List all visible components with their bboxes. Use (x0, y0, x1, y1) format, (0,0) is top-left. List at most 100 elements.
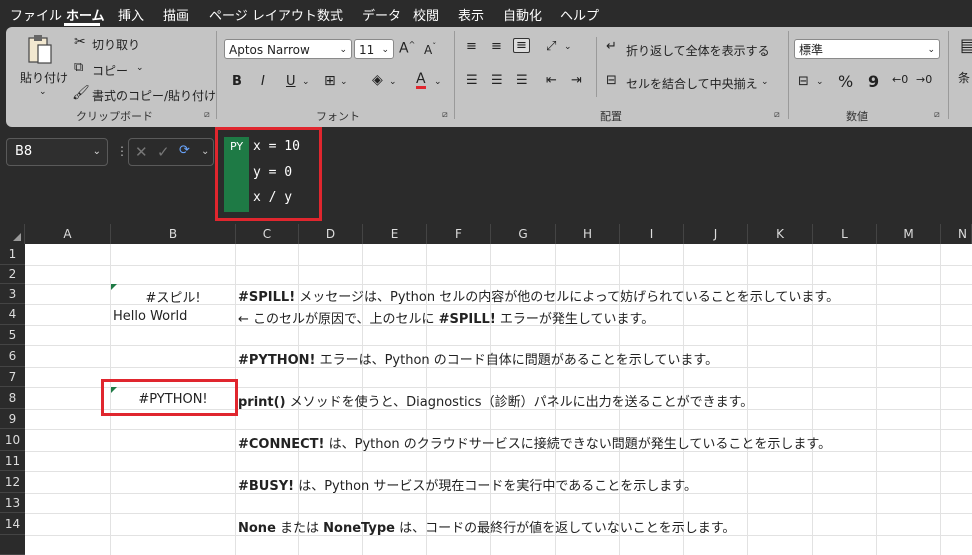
column-header-l[interactable]: L (813, 224, 877, 244)
underline-button[interactable]: U (286, 74, 296, 89)
cell-c14[interactable]: None または NoneType は、コードの最終行が値を返していないことを示… (238, 517, 735, 536)
comma-button[interactable]: 9 (868, 72, 879, 91)
cell-b3[interactable]: #スピル! (111, 287, 235, 306)
copy-dropdown-icon[interactable]: ⌄ (136, 63, 144, 73)
tab-file[interactable]: ファイル (10, 5, 62, 24)
cell-c12[interactable]: #BUSY! は、Python サービスが現在コードを実行中であることを示します… (238, 475, 697, 494)
column-header-j[interactable]: J (684, 224, 748, 244)
cancel-icon[interactable]: ✕ (135, 143, 148, 161)
shrink-font-button[interactable]: Aˇ (424, 42, 436, 57)
cell-c4[interactable]: ← このセルが原因で、上のセルに #SPILL! エラーが発生しています。 (238, 308, 654, 327)
font-color-dropdown-icon[interactable]: ⌄ (434, 77, 442, 87)
cell-c6[interactable]: #PYTHON! エラーは、Python のコード自体に問題があることを示してい… (238, 349, 718, 368)
tab-view[interactable]: 表示 (458, 5, 484, 24)
align-center-icon[interactable]: ☰ (491, 74, 503, 87)
cell-b4[interactable]: Hello World (113, 309, 187, 324)
paste-button[interactable]: 貼り付け (20, 69, 68, 86)
tab-data[interactable]: データ (362, 5, 401, 24)
row-header-6[interactable]: 6 (0, 345, 25, 367)
python-insert-icon[interactable]: ⟳ (179, 143, 190, 158)
orientation-icon[interactable]: ⤢ (546, 40, 556, 53)
row-header-3[interactable]: 3 (0, 284, 25, 304)
decrease-decimal-icon[interactable]: →0 (916, 74, 932, 85)
merge-dropdown-icon[interactable]: ⌄ (761, 77, 769, 87)
row-header-7[interactable]: 7 (0, 367, 25, 387)
paste-dropdown-icon[interactable]: ⌄ (39, 87, 47, 97)
column-header-g[interactable]: G (491, 224, 556, 244)
tab-page-layout[interactable]: ページ レイアウト (209, 5, 317, 24)
tab-review[interactable]: 校閲 (413, 5, 439, 24)
row-header-2[interactable]: 2 (0, 265, 25, 284)
column-header-e[interactable]: E (363, 224, 427, 244)
format-painter-button[interactable]: 書式のコピー/貼り付け (92, 87, 216, 104)
number-launcher-icon[interactable]: ⧄ (934, 110, 940, 120)
merge-center-button[interactable]: セルを結合して中央揃え (626, 75, 758, 92)
drag-handle-icon[interactable]: ⋮ (116, 144, 128, 158)
tab-automate[interactable]: 自動化 (503, 5, 542, 24)
decrease-indent-icon[interactable]: ⇤ (546, 74, 557, 87)
tab-home[interactable]: ホーム (66, 5, 105, 24)
italic-button[interactable]: I (261, 74, 265, 89)
row-header-1[interactable]: 1 (0, 244, 25, 265)
column-header-h[interactable]: H (556, 224, 620, 244)
column-header-d[interactable]: D (299, 224, 363, 244)
align-bottom-icon[interactable]: ≡ (513, 38, 530, 53)
font-name-select[interactable]: Aptos Narrow ⌄ (224, 39, 352, 59)
fill-color-icon[interactable]: ◈ (372, 73, 383, 87)
increase-decimal-icon[interactable]: ←0 (892, 74, 908, 85)
column-header-i[interactable]: I (620, 224, 684, 244)
row-header-4[interactable]: 4 (0, 304, 25, 325)
cell-c10[interactable]: #CONNECT! は、Python のクラウドサービスに接続できない問題が発生… (238, 433, 831, 452)
select-all-button[interactable] (0, 224, 25, 244)
cut-button[interactable]: 切り取り (92, 36, 140, 53)
row-header-15[interactable] (0, 535, 25, 555)
currency-dropdown-icon[interactable]: ⌄ (816, 77, 824, 87)
increase-indent-icon[interactable]: ⇥ (571, 74, 582, 87)
row-header-11[interactable]: 11 (0, 451, 25, 471)
row-header-5[interactable]: 5 (0, 325, 25, 345)
conditional-formatting-button[interactable]: 条 (958, 69, 970, 86)
row-header-12[interactable]: 12 (0, 471, 25, 493)
row-header-14[interactable]: 14 (0, 513, 25, 535)
align-top-icon[interactable]: ≡ (466, 40, 477, 53)
cell-c3[interactable]: #SPILL! メッセージは、Python セルの内容が他のセルによって妨げられ… (238, 286, 839, 305)
column-header-n[interactable]: N (941, 224, 972, 244)
row-header-10[interactable]: 10 (0, 429, 25, 451)
enter-icon[interactable]: ✓ (157, 143, 170, 161)
conditional-formatting-icon[interactable]: ▤ (960, 37, 972, 55)
paste-icon[interactable] (26, 33, 54, 65)
column-header-a[interactable]: A (25, 224, 111, 244)
wrap-text-button[interactable]: 折り返して全体を表示する (626, 42, 770, 59)
column-header-m[interactable]: M (877, 224, 941, 244)
fill-color-dropdown-icon[interactable]: ⌄ (389, 77, 397, 87)
tab-help[interactable]: ヘルプ (560, 5, 599, 24)
worksheet-grid[interactable]: A B C D E F G H I J K L M N 1 2 3 4 5 6 … (0, 224, 972, 555)
tab-formulas[interactable]: 数式 (317, 5, 343, 24)
percent-button[interactable]: % (838, 72, 853, 91)
grow-font-button[interactable]: A^ (399, 40, 415, 57)
font-color-button[interactable]: A (416, 72, 426, 89)
formula-input[interactable]: PY x = 10 y = 0 x / y (215, 127, 322, 221)
orientation-dropdown-icon[interactable]: ⌄ (564, 42, 572, 52)
number-format-select[interactable]: 標準 ⌄ (794, 39, 940, 59)
align-left-icon[interactable]: ☰ (466, 74, 478, 87)
row-header-13[interactable]: 13 (0, 493, 25, 513)
font-launcher-icon[interactable]: ⧄ (442, 110, 448, 120)
tab-draw[interactable]: 描画 (163, 5, 189, 24)
row-header-8[interactable]: 8 (0, 387, 25, 409)
alignment-launcher-icon[interactable]: ⧄ (774, 110, 780, 120)
clipboard-launcher-icon[interactable]: ⧄ (204, 110, 210, 120)
borders-icon[interactable]: ⊞ (324, 74, 336, 88)
column-header-k[interactable]: K (748, 224, 813, 244)
cell-c8[interactable]: print() メソッドを使うと、Diagnostics（診断）パネルに出力を送… (238, 391, 753, 410)
column-header-b[interactable]: B (111, 224, 236, 244)
underline-dropdown-icon[interactable]: ⌄ (302, 77, 310, 87)
copy-button[interactable]: コピー (92, 62, 128, 79)
row-header-9[interactable]: 9 (0, 409, 25, 429)
align-middle-icon[interactable]: ≡ (491, 40, 502, 53)
tab-insert[interactable]: 挿入 (118, 5, 144, 24)
align-right-icon[interactable]: ☰ (516, 74, 528, 87)
currency-icon[interactable]: ⊟ (798, 75, 809, 88)
bold-button[interactable]: B (232, 74, 242, 89)
name-box[interactable]: B8 ⌄ (6, 138, 108, 166)
